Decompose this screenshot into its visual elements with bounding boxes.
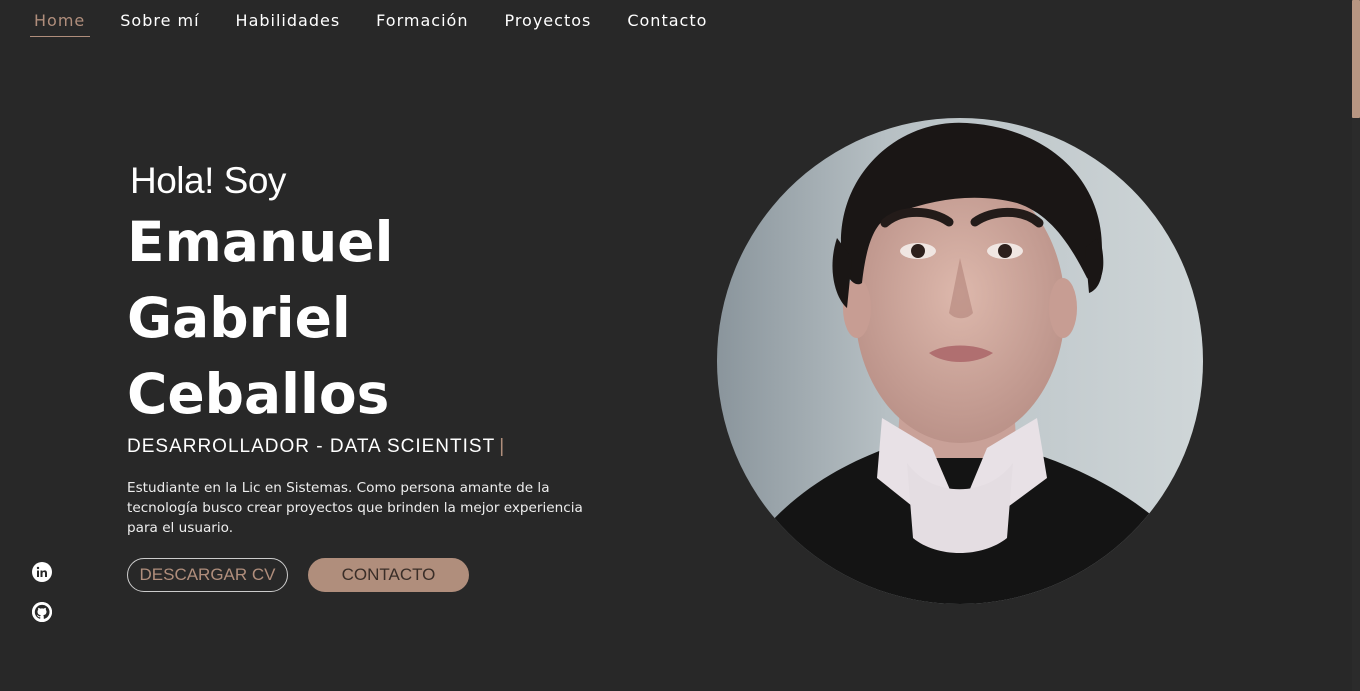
nav-formacion[interactable]: Formación [376,0,468,36]
nav-habilidades[interactable]: Habilidades [236,0,341,36]
github-glyph [32,602,52,622]
hero-name: Emanuel Gabriel Ceballos [127,204,607,432]
page-scrollbar[interactable] [1352,0,1360,691]
hero-intro: Hola! Soy Emanuel Gabriel Ceballos DESAR… [127,160,607,592]
nav-home[interactable]: Home [30,0,91,37]
hero-name-line1: Emanuel Gabriel [127,210,394,350]
contact-button[interactable]: CONTACTO [308,558,469,592]
main-nav: Home Sobre mí Habilidades Formación Proy… [30,0,743,42]
social-links [32,562,52,642]
github-icon[interactable] [32,602,52,622]
linkedin-icon[interactable] [32,562,52,582]
portrait-illustration [717,118,1203,604]
hero-name-line2: Ceballos [127,362,390,426]
hero-buttons: DESCARGAR CV CONTACTO [127,558,607,592]
hero-role-text: DESARROLLADOR - DATA SCIENTIST [127,436,496,457]
hero-description: Estudiante en la Lic en Sistemas. Como p… [127,480,583,536]
download-cv-button[interactable]: DESCARGAR CV [127,558,288,592]
hero-role: DESARROLLADOR - DATA SCIENTIST | [127,436,607,458]
nav-contacto[interactable]: Contacto [627,0,707,36]
nav-proyectos[interactable]: Proyectos [504,0,591,36]
profile-photo [717,118,1203,604]
scrollbar-thumb[interactable] [1352,0,1360,118]
linkedin-glyph [36,566,47,577]
hero-greeting: Hola! Soy [130,160,286,201]
nav-sobre-mi[interactable]: Sobre mí [120,0,199,36]
typing-cursor: | [499,436,506,457]
